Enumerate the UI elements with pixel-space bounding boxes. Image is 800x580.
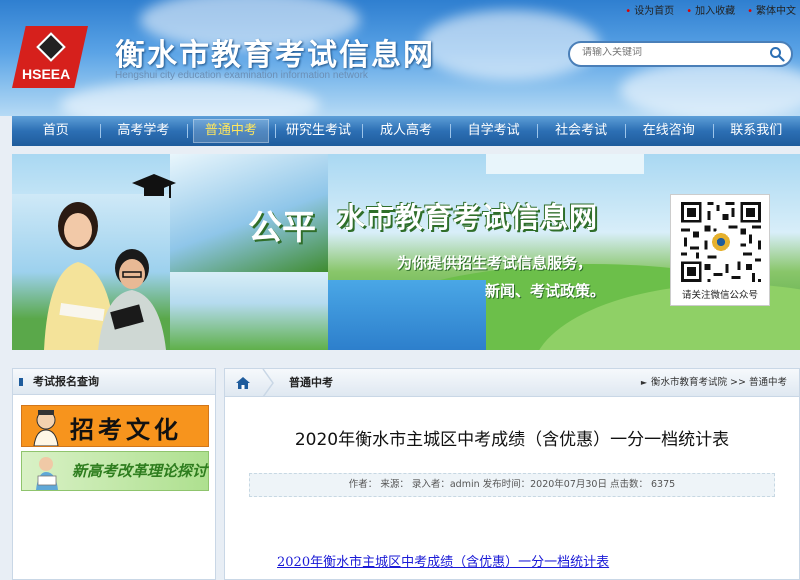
- logo-text: HSEEA: [22, 66, 71, 82]
- article-meta: 作者： 来源： 录入者：admin 发布时间：2020年07月30日 点击数： …: [249, 473, 775, 497]
- home-icon[interactable]: [235, 375, 251, 391]
- site-subtitle: Hengshui city education examination info…: [115, 70, 368, 81]
- search-input[interactable]: [582, 47, 762, 58]
- traditional-chinese-link[interactable]: • 繁体中文: [747, 2, 796, 17]
- nav-item-postgraduate[interactable]: 研究生考试: [274, 116, 363, 146]
- banner-tile: [170, 272, 328, 350]
- site-header: • 设为首页 • 加入收藏 • 繁体中文 HSEEA 衡水市教育考试信息网 Hengs…: [0, 0, 800, 116]
- promo-banner-culture[interactable]: 招考文化: [21, 405, 209, 447]
- nav-item-home[interactable]: 首页: [12, 116, 100, 146]
- nav-item-self-study[interactable]: 自学考试: [449, 116, 538, 146]
- set-homepage-link[interactable]: • 设为首页: [625, 2, 674, 17]
- attachment-link[interactable]: 2020年衡水市主城区中考成绩（含优惠）一分一档统计表: [277, 551, 609, 570]
- breadcrumb-arrow-icon: ►: [640, 378, 647, 387]
- breadcrumb-separator: >>: [730, 377, 746, 388]
- chevron-right-icon: [262, 369, 274, 397]
- sidebar-heading[interactable]: 考试报名查询: [13, 369, 215, 395]
- add-favorite-link[interactable]: • 加入收藏: [686, 2, 735, 17]
- top-links: • 设为首页 • 加入收藏 • 繁体中文: [625, 2, 796, 17]
- banner-slogan-line1: 为你提供招生考试信息服务，: [397, 254, 593, 272]
- search-box: [568, 41, 793, 67]
- promo-reform-text: 新高考改革理论探讨: [72, 462, 208, 480]
- wechat-qr-card: 请关注微信公众号: [670, 194, 770, 306]
- logo-diamond-icon: [36, 32, 66, 62]
- banner-slogan-line2: 新闻、考试政策。: [485, 282, 606, 300]
- qr-code-icon: [678, 199, 764, 285]
- main-content: 普通中考 ► 衡水市教育考试院 >> 普通中考 2020年衡水市主城区中考成绩（含…: [224, 368, 800, 580]
- students-illustration: [44, 202, 166, 350]
- hero-banner[interactable]: 公平 水市教育考试信息网 为你提供招生考试信息服务， 新闻、考试政策。 请关注微…: [12, 154, 800, 350]
- nav-item-social-exam[interactable]: 社会考试: [537, 116, 625, 146]
- banner-tile: [486, 154, 644, 174]
- reader-figure-icon: [36, 457, 58, 490]
- breadcrumb-root[interactable]: 衡水市教育考试院: [651, 377, 727, 388]
- breadcrumb-current[interactable]: 普通中考: [749, 377, 787, 388]
- promo-culture-text: 招考文化: [70, 415, 182, 444]
- nav-item-adult-exam[interactable]: 成人高考: [362, 116, 450, 146]
- qr-caption: 请关注微信公众号: [681, 290, 758, 301]
- site-title: 衡水市教育考试信息网: [115, 38, 435, 73]
- nav-item-gaokao[interactable]: 高考学考: [99, 116, 188, 146]
- site-logo[interactable]: HSEEA: [12, 26, 88, 88]
- article-title: 2020年衡水市主城区中考成绩（含优惠）一分一档统计表: [294, 430, 730, 450]
- scholar-figure-icon: [33, 410, 59, 446]
- graduation-cap-icon: [132, 174, 176, 198]
- nav-item-contact[interactable]: 联系我们: [712, 116, 800, 146]
- banner-big-text: 公平: [248, 208, 316, 248]
- promo-banner-reform[interactable]: 新高考改革理论探讨: [21, 451, 209, 491]
- banner-tile: [328, 280, 486, 350]
- section-title: 普通中考: [289, 376, 333, 389]
- main-nav: 首页 高考学考 普通中考 研究生考试 成人高考 自学考试 社会考试 在线咨询 联…: [12, 116, 800, 146]
- banner-title: 水市教育考试信息网: [337, 201, 599, 234]
- content-header: 普通中考 ► 衡水市教育考试院 >> 普通中考: [225, 369, 799, 397]
- sidebar: 考试报名查询 招考文化 新高考改革理论探讨: [12, 368, 216, 580]
- nav-item-consult[interactable]: 在线咨询: [624, 116, 713, 146]
- nav-item-zhongkao[interactable]: 普通中考: [187, 116, 275, 146]
- search-icon[interactable]: [769, 46, 785, 62]
- breadcrumb: ► 衡水市教育考试院 >> 普通中考: [641, 369, 787, 397]
